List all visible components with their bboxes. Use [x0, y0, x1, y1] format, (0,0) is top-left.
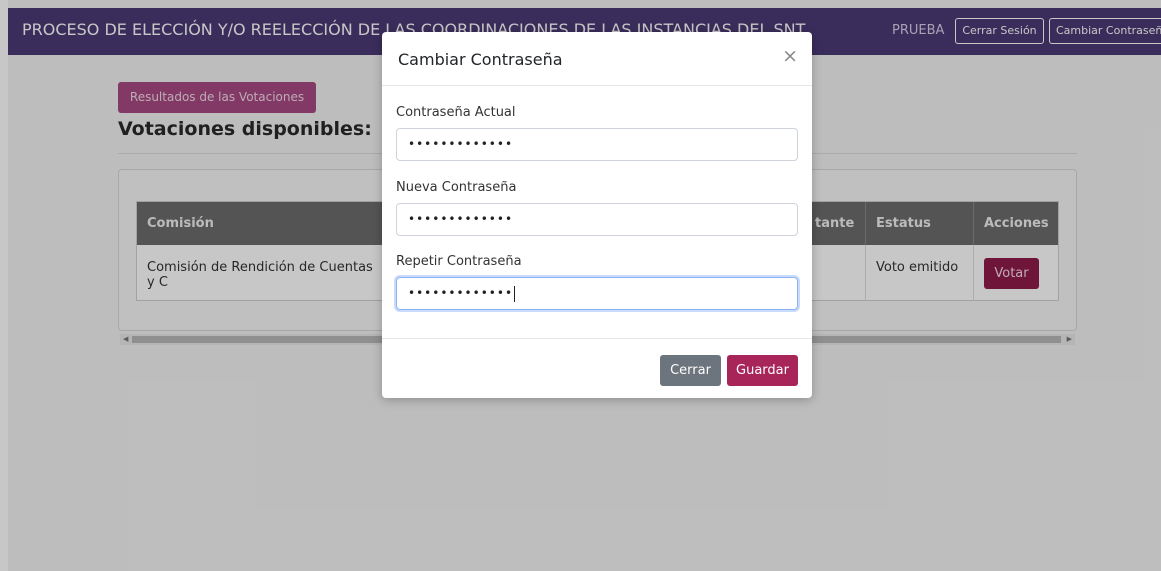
new-password-label: Nueva Contraseña	[396, 180, 517, 195]
repeat-password-field[interactable]: •••••••••••••	[396, 277, 798, 310]
cancel-button[interactable]: Cerrar	[660, 355, 721, 386]
modal-header: Cambiar Contraseña ×	[382, 32, 812, 86]
repeat-password-label: Repetir Contraseña	[396, 254, 522, 269]
new-password-field[interactable]: •••••••••••••	[396, 203, 798, 236]
text-caret	[514, 285, 516, 302]
repeat-password-value: •••••••••••••	[408, 286, 514, 300]
save-button[interactable]: Guardar	[727, 355, 798, 386]
change-password-modal: Cambiar Contraseña × Contraseña Actual •…	[382, 32, 812, 398]
modal-title: Cambiar Contraseña	[398, 50, 563, 69]
close-icon[interactable]: ×	[782, 46, 798, 66]
current-password-label: Contraseña Actual	[396, 105, 516, 120]
current-password-field[interactable]: •••••••••••••	[396, 128, 798, 161]
modal-footer: Cerrar Guardar	[382, 338, 812, 398]
